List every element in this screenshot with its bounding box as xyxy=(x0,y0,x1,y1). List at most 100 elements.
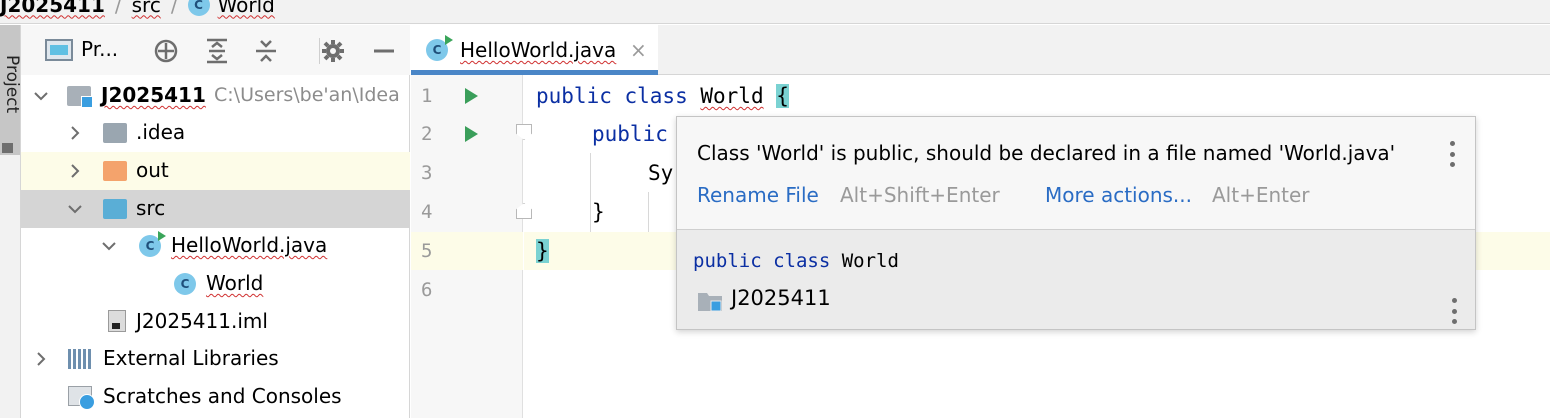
line-number: 1 xyxy=(421,85,433,107)
tree-label-src: src xyxy=(136,196,166,220)
code-keyword: public class xyxy=(693,250,842,272)
project-view-icon xyxy=(45,39,73,61)
chevron-down-icon[interactable] xyxy=(99,236,119,256)
gear-icon[interactable] xyxy=(320,39,346,63)
module-icon xyxy=(697,290,723,312)
tree-label-world: World xyxy=(206,271,264,295)
java-class-icon: C xyxy=(426,35,453,61)
target-icon[interactable] xyxy=(153,39,179,63)
class-icon: C xyxy=(187,0,210,16)
tree-item-external-libraries[interactable]: External Libraries xyxy=(21,340,410,378)
breadcrumb-src[interactable]: src xyxy=(132,0,161,17)
tree-label-project: J2025411 xyxy=(101,83,206,107)
popup-declaration-area: public class World J2025411 xyxy=(677,229,1475,329)
line-number: 2 xyxy=(421,123,433,145)
code-text: Sy xyxy=(648,161,674,185)
code-line-1: public class World { xyxy=(524,77,1550,115)
rename-file-link[interactable]: Rename File xyxy=(697,183,819,207)
java-class-icon: C xyxy=(139,231,166,257)
expand-all-icon[interactable] xyxy=(204,38,230,64)
tree-label-helloworld: HelloWorld.java xyxy=(171,233,328,257)
code-keyword: public class xyxy=(536,84,701,108)
project-panel-title[interactable]: Pr... xyxy=(81,37,118,61)
tree-label-iml: J2025411.iml xyxy=(136,309,268,333)
tree-item-helloworld-java[interactable]: C HelloWorld.java xyxy=(21,227,410,265)
code-class-name: World xyxy=(700,84,764,108)
gutter-line: 6 xyxy=(411,271,523,309)
code-class-name: World xyxy=(841,250,899,272)
collapse-all-icon[interactable] xyxy=(253,39,279,63)
tree-item-idea[interactable]: .idea xyxy=(21,114,410,152)
folder-icon xyxy=(103,123,127,143)
module-file-icon xyxy=(108,310,126,332)
tree-label-idea: .idea xyxy=(136,120,186,144)
tree-item-scratches[interactable]: Scratches and Consoles xyxy=(21,378,410,416)
project-panel-toolbar: Pr... xyxy=(21,25,410,75)
tree-label-out: out xyxy=(136,158,169,182)
tree-label-scratches: Scratches and Consoles xyxy=(103,384,342,408)
line-number: 5 xyxy=(421,240,433,262)
tree-item-project-root[interactable]: J2025411 C:\Users\be'an\Idea xyxy=(21,77,410,115)
chevron-right-icon[interactable] xyxy=(31,349,51,369)
chevron-down-icon[interactable] xyxy=(31,86,51,106)
tab-helloworld-java[interactable]: C HelloWorld.java × xyxy=(411,25,658,75)
project-panel: Pr... J2025411 C:\Users\be'an\Idea .idea… xyxy=(21,25,410,418)
project-tool-label: Project xyxy=(2,55,22,114)
line-number: 6 xyxy=(421,279,433,301)
scratches-icon xyxy=(68,386,95,410)
breadcrumb: J2025411 / src / C World xyxy=(0,0,1550,24)
more-actions-shortcut: Alt+Enter xyxy=(1212,183,1310,207)
gutter-line-current: 5 xyxy=(411,232,523,270)
gutter-line: 3 xyxy=(411,154,523,192)
code-brace: { xyxy=(776,84,789,108)
breadcrumb-class-label: World xyxy=(217,0,275,17)
editor-gutter: 1 2 3 4 5 6 xyxy=(411,75,532,418)
tree-item-iml[interactable]: J2025411.iml xyxy=(21,303,410,341)
code-brace: } xyxy=(536,239,549,263)
tab-label: HelloWorld.java xyxy=(460,38,617,62)
minimize-icon[interactable] xyxy=(371,39,397,63)
source-folder-icon xyxy=(103,199,127,219)
rename-file-shortcut: Alt+Shift+Enter xyxy=(840,183,1000,207)
module-folder-icon xyxy=(67,86,93,108)
chevron-right-icon[interactable] xyxy=(65,161,85,181)
run-badge-icon xyxy=(158,231,166,241)
tree-item-src[interactable]: src xyxy=(21,190,410,228)
run-icon[interactable] xyxy=(465,126,478,142)
popup-message-area: Class 'World' is public, should be decla… xyxy=(677,117,1475,229)
chevron-right-icon[interactable] xyxy=(65,123,85,143)
tree-label-external-libraries: External Libraries xyxy=(103,346,279,370)
breadcrumb-separator: / xyxy=(170,0,178,17)
more-options-icon[interactable] xyxy=(1451,298,1457,324)
gutter-line: 1 xyxy=(411,77,523,115)
run-icon[interactable] xyxy=(465,88,478,104)
breadcrumb-project[interactable]: J2025411 xyxy=(0,0,105,17)
chevron-down-icon[interactable] xyxy=(65,199,85,219)
more-options-icon[interactable] xyxy=(1449,141,1455,167)
line-number: 4 xyxy=(421,201,433,223)
more-actions-link[interactable]: More actions... xyxy=(1045,183,1192,207)
breadcrumb-class[interactable]: C World xyxy=(187,0,275,17)
popup-module-name: J2025411 xyxy=(731,286,831,310)
popup-message: Class 'World' is public, should be decla… xyxy=(697,141,1396,165)
tool-window-stripe: Project xyxy=(0,25,22,418)
project-tool-button[interactable]: Project xyxy=(0,25,22,155)
gutter-line: 2 xyxy=(411,115,532,153)
close-icon[interactable]: × xyxy=(630,38,647,62)
tree-item-out[interactable]: out xyxy=(21,152,410,190)
gutter-line: 4 xyxy=(411,193,532,231)
popup-declaration: public class World xyxy=(693,250,899,272)
line-number: 3 xyxy=(421,162,433,184)
run-badge-icon xyxy=(445,35,453,45)
excluded-folder-icon xyxy=(103,161,127,181)
class-icon: C xyxy=(174,273,196,295)
editor-tab-bar: C HelloWorld.java × xyxy=(411,25,1550,75)
code-keyword: public xyxy=(592,122,668,146)
breadcrumb-separator: / xyxy=(114,0,122,17)
folder-icon xyxy=(2,143,13,153)
tree-project-path: C:\Users\be'an\Idea xyxy=(214,84,400,106)
tree-item-world-class[interactable]: C World xyxy=(21,265,410,303)
code-text: } xyxy=(592,200,605,224)
inspection-popup: Class 'World' is public, should be decla… xyxy=(676,116,1476,330)
libraries-icon xyxy=(68,349,92,369)
